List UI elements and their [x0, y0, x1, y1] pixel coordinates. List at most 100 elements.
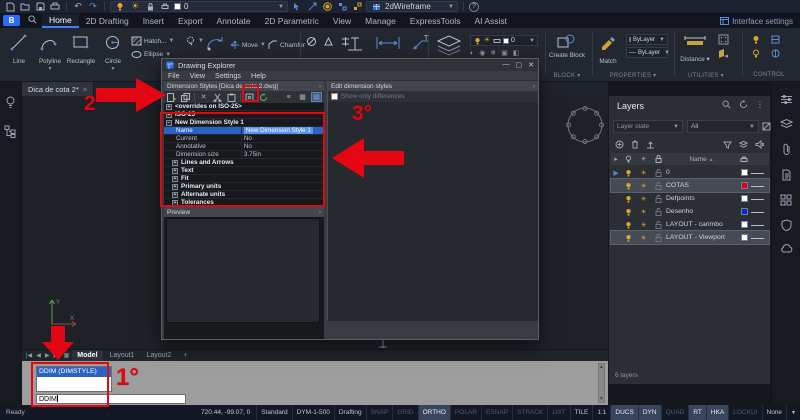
status-dim-style[interactable]: DYM-1-500 — [292, 405, 334, 420]
layer-lineweight[interactable] — [751, 225, 764, 226]
sheet-set-icon[interactable] — [781, 169, 792, 181]
layer-row-defpoints[interactable]: ☀ Defpoints — [611, 192, 769, 205]
layer-name[interactable]: Defpoints — [666, 195, 737, 202]
status-hka[interactable]: HKA — [706, 405, 728, 420]
search-icon[interactable] — [722, 100, 731, 109]
interface-settings-button[interactable]: Interface settings — [713, 14, 800, 28]
layer-row-desenho[interactable]: ☀ Desenho — [611, 205, 769, 218]
tab-2d-parametric[interactable]: 2D Parametric — [258, 14, 326, 28]
hatch-tool[interactable]: Hatch...▼ — [131, 36, 174, 46]
status-scale[interactable]: 1:1 — [592, 405, 610, 420]
import-layer-icon[interactable] — [646, 140, 655, 149]
layer-unlock-icon[interactable] — [651, 221, 666, 229]
layer-row-cotas[interactable]: ☀ COTAS — [611, 179, 769, 192]
layer-on-bulb-icon[interactable] — [621, 195, 636, 203]
status-strack[interactable]: STRACK — [512, 405, 547, 420]
preview-header[interactable]: Preview› — [164, 207, 324, 217]
status-more-icon[interactable]: ▼ — [786, 405, 800, 420]
delete-layer-icon[interactable] — [631, 140, 639, 149]
layer-thaw-icon[interactable]: ☀ — [636, 182, 651, 190]
layer-color-swatch[interactable] — [741, 195, 748, 202]
tab-insert[interactable]: Insert — [136, 14, 171, 28]
rectangle-tool[interactable] — [72, 34, 90, 50]
console-scrollbar[interactable]: ▲▼ — [598, 363, 605, 403]
tolerance-icon[interactable] — [345, 33, 365, 53]
line-tool[interactable] — [10, 34, 27, 51]
layer-unlock-icon[interactable] — [651, 208, 666, 216]
status-snap[interactable]: SNAP — [366, 405, 393, 420]
layer-on-bulb-icon[interactable] — [621, 169, 636, 177]
rotate-tool[interactable] — [204, 33, 226, 53]
tree-view-icon[interactable]: ▤ — [311, 92, 322, 102]
layer-thaw-icon[interactable]: ☀ — [636, 221, 651, 229]
properties-group-label[interactable]: PROPERTIES ▾ — [596, 72, 670, 79]
layer-thaw-icon[interactable]: ☀ — [636, 195, 651, 203]
search-icon[interactable] — [26, 14, 38, 25]
layer-color-swatch[interactable] — [741, 234, 748, 241]
add-layout-button[interactable]: + — [178, 352, 192, 359]
cloud-panel-icon[interactable] — [780, 244, 793, 253]
mute-notifications-icon[interactable] — [755, 140, 764, 149]
on-column-header[interactable] — [621, 155, 636, 163]
menu-view[interactable]: View — [190, 71, 205, 80]
layer-row-layout-viewport[interactable]: ☀ LAYOUT - Viewport — [611, 231, 769, 244]
isolate-entities-icon[interactable] — [321, 1, 333, 12]
status-lockui[interactable]: LOCKUI — [728, 405, 761, 420]
first-tab-icon[interactable]: |◀ — [25, 352, 33, 359]
lasso-tool-icon[interactable]: ▼ — [185, 36, 204, 46]
tab-layout2[interactable]: Layout2 — [141, 352, 176, 359]
name-column-header[interactable]: Name ▲ — [666, 156, 737, 163]
match-properties-tool[interactable] — [600, 35, 616, 50]
close-icon[interactable]: ✕ — [528, 61, 534, 69]
filter-icon[interactable] — [723, 141, 732, 149]
security-panel-icon[interactable] — [781, 219, 792, 231]
create-block-tool[interactable] — [556, 33, 576, 51]
block-group-label[interactable]: BLOCK ▾ — [546, 72, 588, 79]
layer-thaw-icon[interactable]: ☀ — [636, 169, 651, 177]
status-quad[interactable]: QUAD — [661, 405, 689, 420]
redo-icon[interactable]: ↷ — [87, 1, 99, 12]
line-label[interactable]: Line — [4, 58, 34, 65]
polyline-tool[interactable] — [40, 34, 58, 51]
chevron-right-icon[interactable]: › — [319, 83, 321, 90]
layer-name[interactable]: Desenho — [666, 208, 737, 215]
layer-unlock-icon[interactable] — [651, 182, 666, 190]
mirror-icon[interactable] — [323, 36, 334, 47]
app-menu-button[interactable]: B — [3, 15, 20, 26]
layer-unlock-icon[interactable] — [651, 234, 666, 242]
components-panel-icon[interactable] — [780, 194, 792, 206]
menu-file[interactable]: File — [168, 71, 180, 80]
tab-manage[interactable]: Manage — [358, 14, 403, 28]
command-console[interactable]: DDIM (DIMSTYLE) DDIM ▲▼ — [22, 361, 608, 405]
delete-icon[interactable]: ✕ — [198, 92, 209, 102]
create-block-label[interactable]: Create Block — [546, 52, 588, 59]
status-tile[interactable]: TILE — [570, 405, 593, 420]
hide-entities-icon[interactable] — [336, 1, 348, 12]
current-layer-combo[interactable]: ☀ 0 ▼ — [110, 1, 288, 12]
layer-row-0[interactable]: ▶ ☀ 0 — [611, 166, 769, 179]
icons-view-icon[interactable]: ▦ — [297, 92, 308, 102]
layer-name[interactable]: COTAS — [666, 182, 737, 189]
save-icon[interactable] — [34, 1, 46, 12]
status-text-style[interactable]: Standard — [256, 405, 291, 420]
layer-state-dropdown[interactable]: Layer state▼ — [613, 120, 683, 133]
layers-tool[interactable] — [436, 34, 462, 56]
regen-icon[interactable] — [258, 92, 269, 102]
layer-color-swatch[interactable] — [741, 182, 748, 189]
layer-lineweight[interactable] — [751, 173, 764, 174]
layer-color-swatch[interactable] — [741, 169, 748, 176]
kebab-menu-icon[interactable]: ⋮ — [756, 100, 764, 109]
status-esnap[interactable]: ESNAP — [481, 405, 512, 420]
chevron-icon[interactable]: › — [319, 209, 321, 216]
layer-on-bulb-icon[interactable] — [621, 221, 636, 229]
status-polar[interactable]: POLAR — [450, 405, 481, 420]
dialog-title-bar[interactable]: Drawing Explorer — ▢ ✕ — [162, 59, 538, 71]
layer-on-bulb-icon[interactable] — [621, 234, 636, 242]
layer-unlock-icon[interactable] — [651, 169, 666, 177]
match-label[interactable]: Match — [594, 58, 622, 65]
plot-column-header[interactable] — [737, 156, 751, 163]
offset-icon[interactable] — [306, 36, 317, 47]
light-off-icon[interactable] — [750, 48, 762, 59]
freeze-column-header[interactable]: ☀ — [636, 155, 651, 163]
layer-freeze-icon[interactable]: ❄ — [490, 49, 496, 57]
